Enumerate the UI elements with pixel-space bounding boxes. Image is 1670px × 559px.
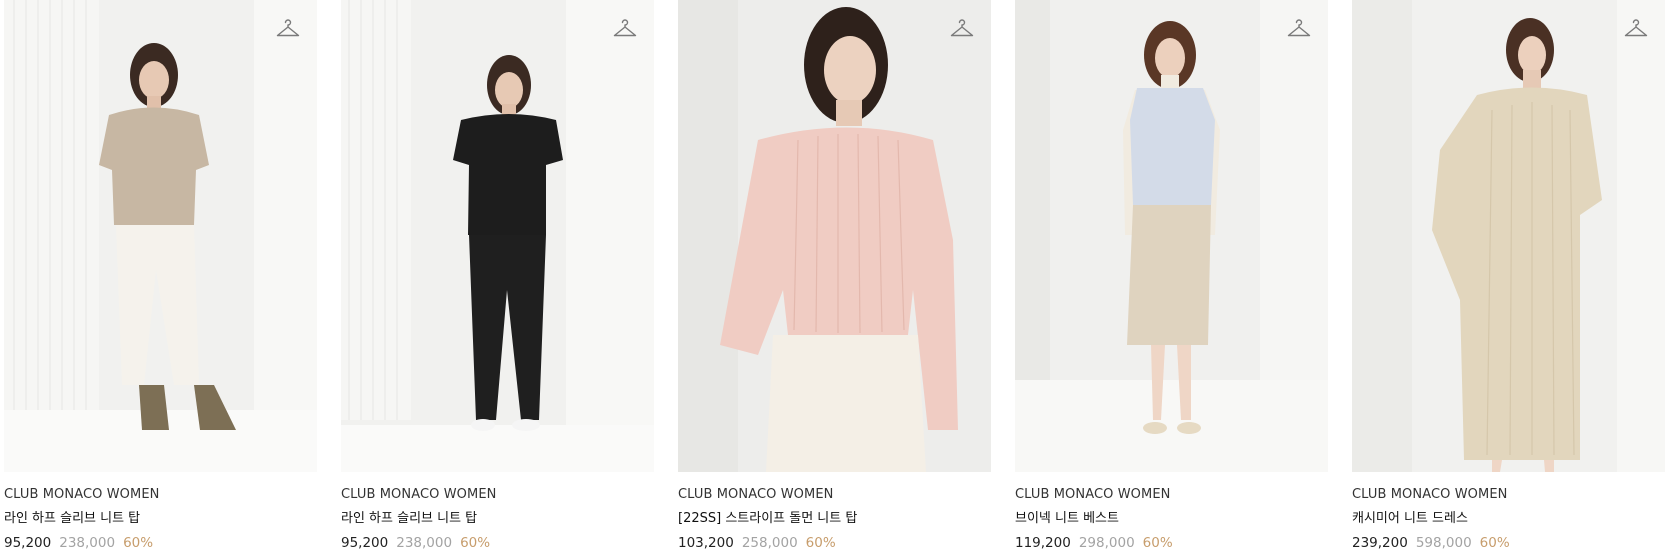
hanger-icon[interactable] <box>1287 17 1311 39</box>
product-photo <box>341 0 654 472</box>
hanger-icon[interactable] <box>1624 17 1648 39</box>
product-name[interactable]: 라인 하프 슬리브 니트 탑 <box>341 510 654 528</box>
product-photo <box>1015 0 1328 472</box>
product-price: 239,200 598,000 60% <box>1352 534 1665 552</box>
sale-price: 119,200 <box>1015 535 1071 551</box>
product-brand[interactable]: CLUB MONACO WOMEN <box>1015 486 1328 504</box>
original-price: 238,000 <box>396 535 453 551</box>
product-image[interactable] <box>4 0 317 472</box>
product-brand[interactable]: CLUB MONACO WOMEN <box>678 486 991 504</box>
product-card[interactable]: CLUB MONACO WOMEN 라인 하프 슬리브 니트 탑 95,200 2… <box>341 0 654 552</box>
product-brand[interactable]: CLUB MONACO WOMEN <box>1352 486 1665 504</box>
product-name[interactable]: 캐시미어 니트 드레스 <box>1352 510 1665 528</box>
discount-rate: 60% <box>1142 535 1173 551</box>
product-card[interactable]: CLUB MONACO WOMEN [22SS] 스트라이프 돌먼 니트 탑 1… <box>678 0 991 552</box>
discount-rate: 60% <box>1479 535 1510 551</box>
product-photo <box>678 0 991 472</box>
original-price: 238,000 <box>59 535 116 551</box>
product-image[interactable] <box>1352 0 1665 472</box>
product-card[interactable]: CLUB MONACO WOMEN 라인 하프 슬리브 니트 탑 95,200 2… <box>4 0 317 552</box>
product-price: 95,200 238,000 60% <box>4 534 317 552</box>
product-grid: CLUB MONACO WOMEN 라인 하프 슬리브 니트 탑 95,200 2… <box>0 0 1670 552</box>
product-price: 103,200 258,000 60% <box>678 534 991 552</box>
sale-price: 95,200 <box>4 535 52 551</box>
product-photo <box>1352 0 1665 472</box>
product-brand[interactable]: CLUB MONACO WOMEN <box>341 486 654 504</box>
product-name[interactable]: 브이넥 니트 베스트 <box>1015 510 1328 528</box>
sale-price: 239,200 <box>1352 535 1408 551</box>
product-image[interactable] <box>678 0 991 472</box>
product-card[interactable]: CLUB MONACO WOMEN 브이넥 니트 베스트 119,200 298,… <box>1015 0 1328 552</box>
product-brand[interactable]: CLUB MONACO WOMEN <box>4 486 317 504</box>
discount-rate: 60% <box>460 535 491 551</box>
product-image[interactable] <box>1015 0 1328 472</box>
discount-rate: 60% <box>805 535 836 551</box>
sale-price: 95,200 <box>341 535 389 551</box>
hanger-icon[interactable] <box>276 17 300 39</box>
original-price: 258,000 <box>741 535 798 551</box>
hanger-icon[interactable] <box>950 17 974 39</box>
product-photo <box>4 0 317 472</box>
product-name[interactable]: [22SS] 스트라이프 돌먼 니트 탑 <box>678 510 991 528</box>
original-price: 598,000 <box>1415 535 1472 551</box>
discount-rate: 60% <box>123 535 154 551</box>
hanger-icon[interactable] <box>613 17 637 39</box>
sale-price: 103,200 <box>678 535 734 551</box>
product-name[interactable]: 라인 하프 슬리브 니트 탑 <box>4 510 317 528</box>
product-price: 119,200 298,000 60% <box>1015 534 1328 552</box>
product-card[interactable]: CLUB MONACO WOMEN 캐시미어 니트 드레스 239,200 598… <box>1352 0 1665 552</box>
product-price: 95,200 238,000 60% <box>341 534 654 552</box>
original-price: 298,000 <box>1078 535 1135 551</box>
product-image[interactable] <box>341 0 654 472</box>
